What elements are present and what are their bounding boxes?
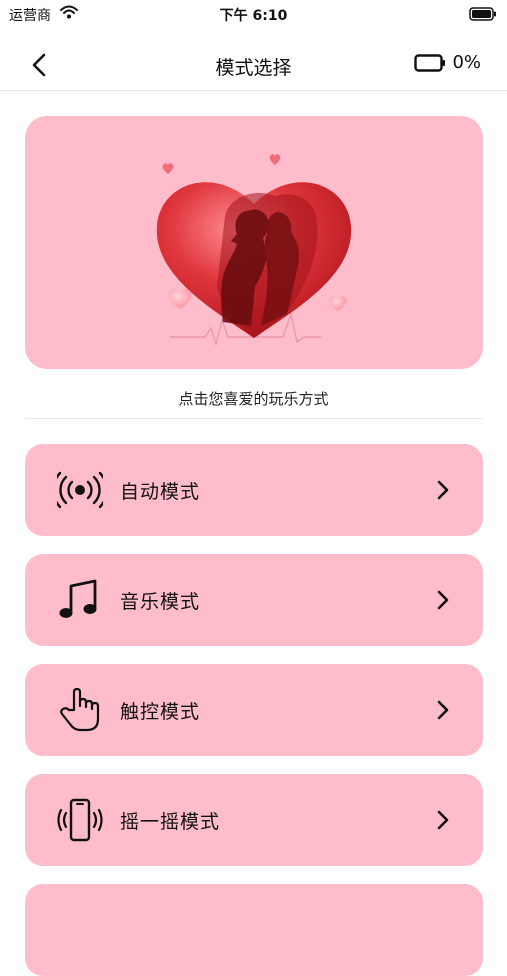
status-battery-icon	[469, 7, 496, 21]
mode-label: 自动模式	[120, 481, 201, 503]
shake-phone-icon	[57, 798, 103, 842]
chevron-right-icon	[437, 700, 449, 720]
banner	[25, 116, 483, 369]
music-note-icon	[59, 579, 97, 618]
mode-card-music[interactable]: 音乐模式	[25, 554, 483, 646]
hint-text: 点击您喜爱的玩乐方式	[178, 390, 329, 408]
mode-card-shake[interactable]: 摇一摇模式	[25, 774, 483, 866]
mode-label: 摇一摇模式	[120, 811, 221, 833]
device-battery: 0%	[414, 52, 481, 73]
mode-label: 触控模式	[120, 701, 201, 723]
touch-hand-icon	[60, 688, 100, 732]
nav-bar: 模式选择 0%	[0, 40, 507, 91]
battery-icon	[414, 53, 446, 72]
mode-card-partial[interactable]	[25, 884, 483, 976]
mode-card-touch[interactable]: 触控模式	[25, 664, 483, 756]
broadcast-icon	[57, 471, 103, 509]
couple-heart-illustration	[156, 154, 352, 347]
chevron-right-icon	[437, 810, 449, 830]
chevron-right-icon	[437, 480, 449, 500]
battery-percent: 0%	[452, 52, 481, 73]
status-bar: 运营商 下午 6:10	[0, 0, 507, 28]
mode-label: 音乐模式	[120, 591, 201, 613]
status-time: 下午 6:10	[219, 8, 288, 24]
divider	[25, 418, 483, 419]
chevron-right-icon	[437, 590, 449, 610]
mode-card-auto[interactable]: 自动模式	[25, 444, 483, 536]
